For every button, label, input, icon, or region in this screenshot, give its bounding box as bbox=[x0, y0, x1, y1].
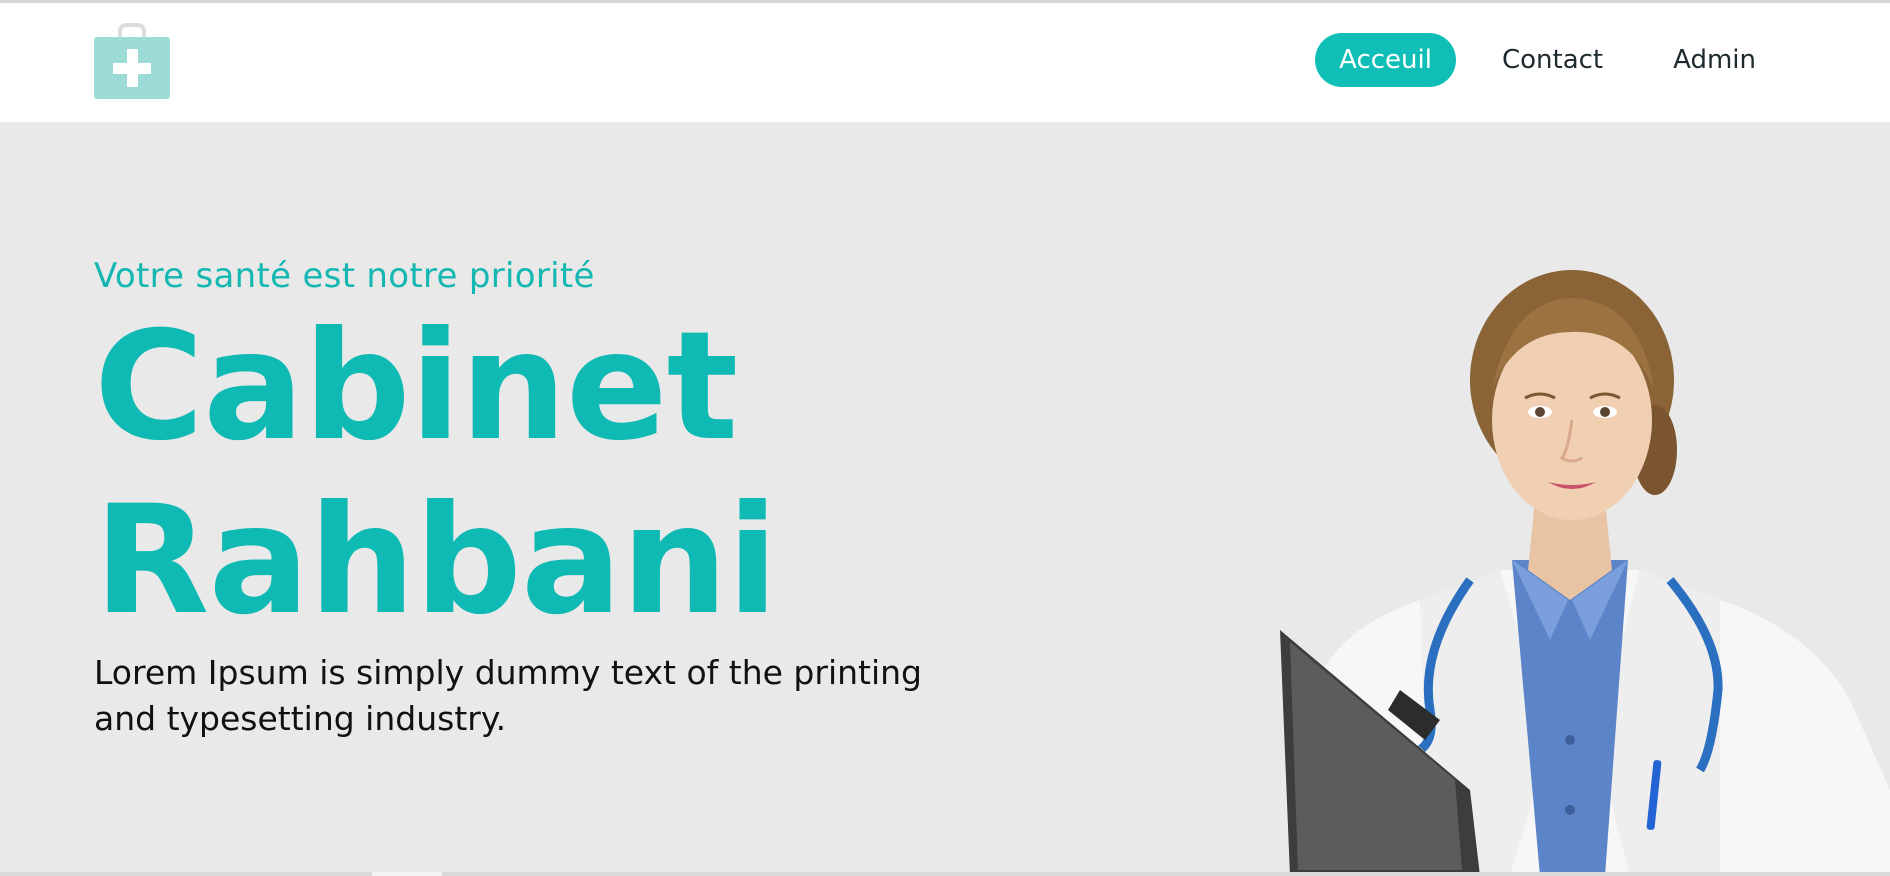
main-nav: Acceuil Contact Admin bbox=[1315, 33, 1780, 87]
hero-tagline: Votre santé est notre priorité bbox=[94, 256, 595, 296]
hero-title: Cabinet Rahbani bbox=[94, 300, 778, 648]
horizontal-scrollbar[interactable] bbox=[0, 872, 1890, 876]
nav-item-contact[interactable]: Contact bbox=[1478, 33, 1627, 87]
nav-item-admin[interactable]: Admin bbox=[1649, 33, 1780, 87]
medical-kit-icon[interactable] bbox=[94, 23, 170, 99]
hero-title-line-2: Rahbani bbox=[94, 474, 778, 648]
doctor-image bbox=[1250, 270, 1890, 876]
hero-section: Votre santé est notre priorité Cabinet R… bbox=[0, 122, 1890, 876]
scrollbar-thumb[interactable] bbox=[372, 872, 442, 876]
navbar: Acceuil Contact Admin bbox=[0, 3, 1890, 122]
nav-item-acceuil[interactable]: Acceuil bbox=[1315, 33, 1456, 87]
hero-description: Lorem Ipsum is simply dummy text of the … bbox=[94, 653, 922, 738]
hero-title-line-1: Cabinet bbox=[94, 300, 738, 474]
